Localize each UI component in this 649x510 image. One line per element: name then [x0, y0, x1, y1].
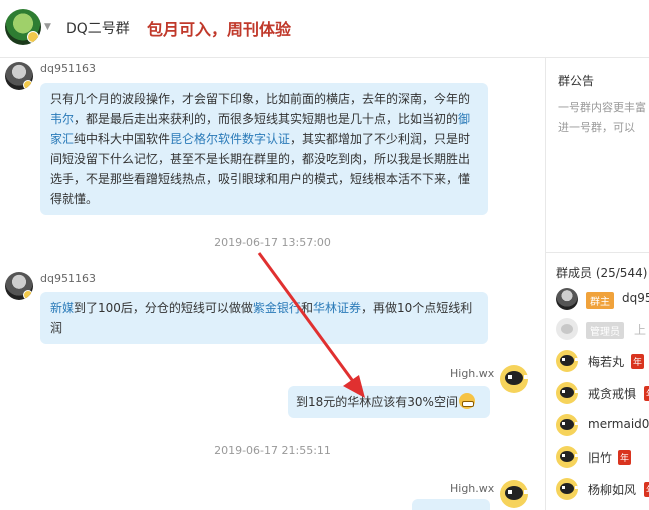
badge-icon — [23, 290, 33, 300]
message-text: ，都是最后走出来获利的，而很多短线其实短期也是几十点，比如当初的 — [74, 112, 459, 126]
message-bubble[interactable]: 只有几个月的波段操作，才会留下印象，比如前面的横店，去年的深南，今年的韦尔，都是… — [40, 83, 488, 215]
message-text: 和 — [300, 301, 313, 315]
grin-emoji-icon — [458, 393, 475, 409]
member-item[interactable]: 群主 dq951163 — [556, 286, 649, 310]
my-avatar[interactable] — [500, 480, 528, 508]
group-side-panel: 群公告 一号群内容更丰富 进一号群，可以 群成员 (25/544) 群主 dq9… — [546, 58, 649, 510]
timestamp: 2019-06-17 21:55:11 — [214, 444, 331, 457]
member-avatar — [556, 288, 578, 310]
member-item[interactable]: 戒贪戒惧 年 — [556, 380, 649, 404]
group-name[interactable]: DQ二号群 — [66, 18, 130, 38]
member-name: 旧竹 — [588, 451, 613, 465]
stock-link[interactable]: 紫金银行 — [253, 301, 301, 315]
badge-icon — [23, 80, 33, 90]
stock-link[interactable]: 昆仑格尔软件数字认证 — [170, 132, 290, 146]
member-avatar — [556, 318, 578, 340]
group-avatar[interactable] — [5, 9, 41, 45]
member-name: 杨柳如风 — [588, 483, 637, 497]
member-name: 戒贪戒惧 — [588, 387, 637, 401]
member-avatar — [556, 350, 578, 372]
sender-name: High.wx — [450, 482, 495, 495]
member-item[interactable]: 旧竹 年 — [556, 444, 649, 468]
message-bubble[interactable]: 新媒到了100后，分仓的短线可以做做紫金银行和华林证券，再做10个点短线利润 — [40, 292, 488, 344]
sender-name: dq951163 — [40, 62, 96, 75]
member-avatar — [556, 478, 578, 500]
member-item[interactable]: 杨柳如风 年 — [556, 476, 649, 500]
timestamp: 2019-06-17 13:57:00 — [214, 236, 331, 249]
member-name: mermaid0 — [588, 417, 649, 431]
sender-name: dq951163 — [40, 272, 96, 285]
stock-link[interactable]: 新媒 — [50, 301, 74, 315]
message-text: 到18元的华林应该有30%空间 — [296, 395, 458, 409]
member-item[interactable]: mermaid0 — [556, 412, 649, 436]
stock-link[interactable]: 华林证券 — [313, 301, 361, 315]
year-badge: 年 — [644, 386, 649, 401]
member-name: dq951163 — [622, 291, 649, 305]
my-avatar[interactable] — [500, 365, 528, 393]
owner-tag: 群主 — [586, 292, 614, 309]
sender-avatar[interactable] — [5, 272, 33, 300]
year-badge: 年 — [644, 482, 649, 497]
promo-banner: 包月可入，周刊体验 — [147, 20, 292, 39]
lock-icon — [27, 31, 39, 43]
member-item[interactable]: 管理员 上 — [556, 316, 649, 340]
announcement-title: 群公告 — [558, 74, 595, 88]
member-avatar — [556, 382, 578, 404]
sender-name: High.wx — [450, 367, 495, 380]
message-list[interactable]: dq951163 只有几个月的波段操作，才会留下印象，比如前面的横店，去年的深南… — [0, 58, 545, 510]
announcement-line: 进一号群，可以 — [558, 121, 635, 134]
member-name: 梅若丸 — [588, 355, 625, 369]
year-badge: 年 — [618, 450, 632, 465]
year-badge: 年 — [631, 354, 645, 369]
panel-separator — [546, 252, 649, 253]
message-text: 到了100后，分仓的短线可以做做 — [74, 301, 253, 315]
stock-link[interactable]: 韦尔 — [50, 112, 74, 126]
member-name: 上 — [634, 323, 647, 337]
announcement-line: 一号群内容更丰富 — [558, 101, 646, 114]
member-item[interactable]: 梅若丸 年 — [556, 348, 649, 372]
member-avatar — [556, 414, 578, 436]
member-avatar — [556, 446, 578, 468]
chat-window: ▼ DQ二号群 包月可入，周刊体验 dq951163 只有几个月的波段操作，才会… — [0, 0, 649, 510]
admin-tag: 管理员 — [586, 322, 624, 339]
message-bubble[interactable] — [412, 499, 490, 510]
announcement-text[interactable]: 一号群内容更丰富 进一号群，可以 — [558, 98, 646, 138]
message-bubble[interactable]: 到18元的华林应该有30%空间 — [288, 386, 490, 418]
chat-header: ▼ DQ二号群 包月可入，周刊体验 — [0, 0, 649, 58]
sender-avatar[interactable] — [5, 62, 33, 90]
message-text: 只有几个月的波段操作，才会留下印象，比如前面的横店，去年的深南，今年的 — [50, 92, 471, 106]
message-text: 纯中科大中国软件 — [74, 132, 171, 146]
chevron-down-icon[interactable]: ▼ — [44, 22, 51, 32]
member-count-title: 群成员 (25/544) — [556, 266, 648, 280]
